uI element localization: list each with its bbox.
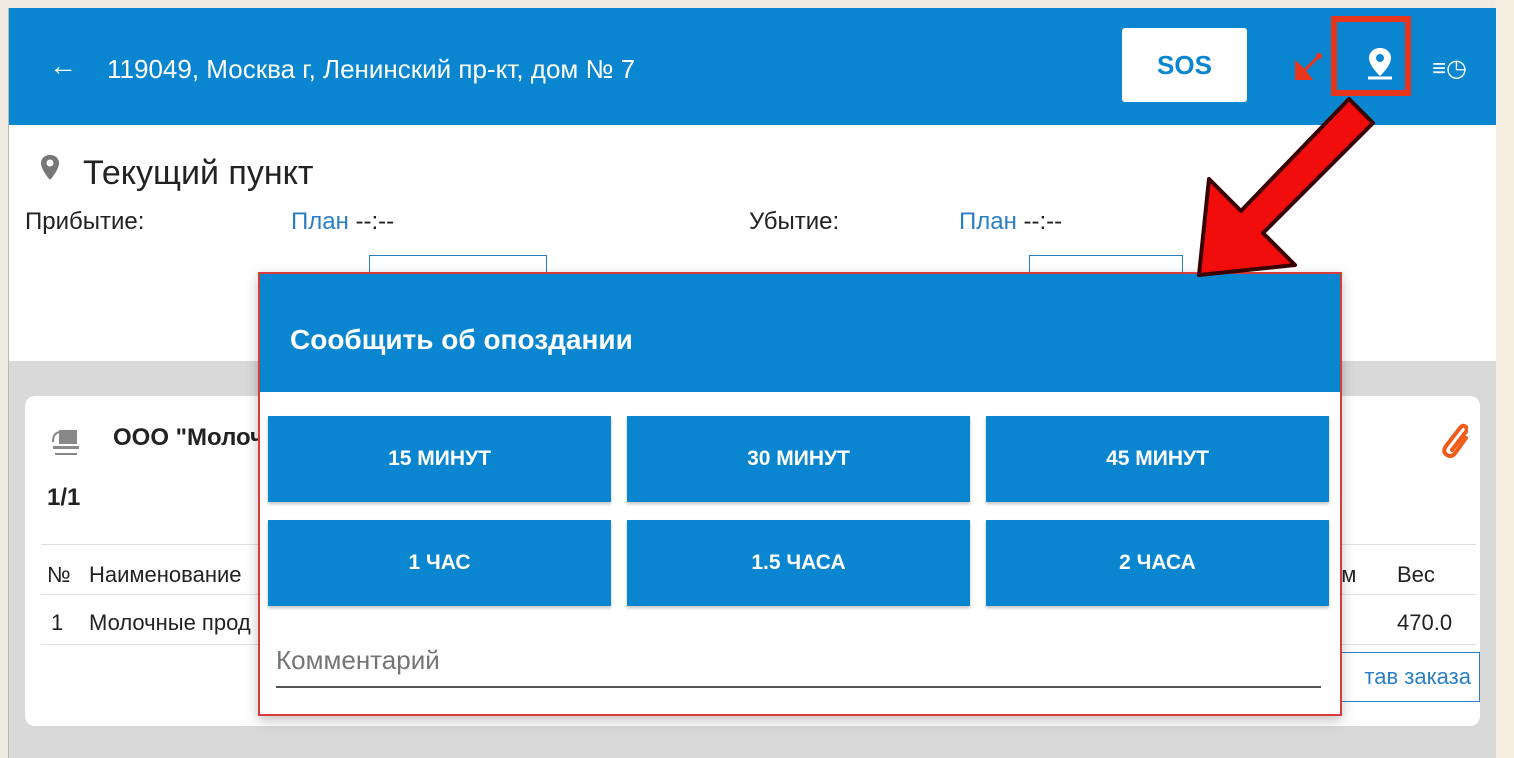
address-title: 119049, Москва г, Ленинский пр-кт, дом №… <box>107 54 636 84</box>
arrival-label: Прибытие: <box>25 208 145 235</box>
departure-time: --:-- <box>1023 208 1063 235</box>
dialog-header: Сообщить об опоздании <box>260 274 1340 392</box>
back-arrow-icon[interactable]: ← <box>49 52 77 80</box>
order-truck-icon <box>51 426 81 465</box>
order-counter: 1/1 <box>47 484 81 511</box>
arrival-plan: План --:-- <box>291 208 394 236</box>
late-report-dialog: Сообщить об опоздании 15 МИНУТ 30 МИНУТ … <box>258 272 1342 716</box>
comment-input[interactable] <box>276 640 1321 688</box>
point-pin-icon <box>39 154 61 189</box>
delay-45-min-button[interactable]: 45 МИНУТ <box>986 416 1329 502</box>
departure-plan-word: План <box>959 208 1017 235</box>
app-screen: ← 119049, Москва г, Ленинский пр-кт, дом… <box>8 8 1496 758</box>
delay-30-min-button[interactable]: 30 МИНУТ <box>627 416 970 502</box>
departure-plan: План --:-- <box>959 208 1062 236</box>
delay-1-hour-button[interactable]: 1 ЧАС <box>268 520 611 606</box>
row-number: 1 <box>51 610 64 635</box>
order-organization: ООО "Молочн <box>113 424 279 451</box>
history-icon[interactable]: ≡◷ <box>1432 54 1467 83</box>
departure-label: Убытие: <box>749 208 840 235</box>
delay-15-min-button[interactable]: 15 МИНУТ <box>268 416 611 502</box>
right-edge-strip <box>1495 0 1514 758</box>
arrival-time: --:-- <box>355 208 395 235</box>
arrival-plan-word: План <box>291 208 349 235</box>
row-name: Молочные прод <box>89 610 251 635</box>
column-name-header: Наименование <box>89 562 242 587</box>
column-weight-header: Вес <box>1397 562 1435 587</box>
satellite-icon[interactable] <box>1291 50 1325 89</box>
row-weight: 470.0 <box>1397 610 1453 635</box>
red-arrow-annotation <box>1197 97 1375 277</box>
attachment-icon[interactable] <box>1438 420 1469 465</box>
delay-2-hours-button[interactable]: 2 ЧАСА <box>986 520 1329 606</box>
delay-1-5-hours-button[interactable]: 1.5 ЧАСА <box>627 520 970 606</box>
current-point-title: Текущий пункт <box>83 154 314 192</box>
dialog-title: Сообщить об опоздании <box>290 324 633 355</box>
highlight-frame <box>1331 16 1411 96</box>
column-number-header: № <box>47 562 71 587</box>
sos-button[interactable]: SOS <box>1122 28 1247 102</box>
